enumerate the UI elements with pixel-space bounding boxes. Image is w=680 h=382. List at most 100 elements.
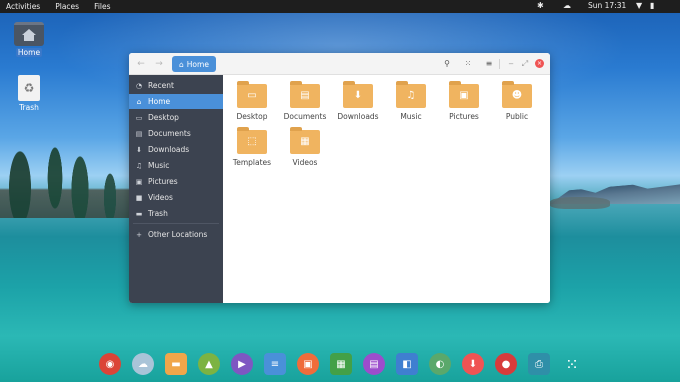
folder-icon: ☻ bbox=[502, 81, 532, 108]
path-crumb-label: Home bbox=[186, 59, 209, 69]
videos-icon: ■ bbox=[135, 193, 143, 202]
sidebar-item-label: Documents bbox=[148, 129, 191, 138]
forward-button[interactable]: → bbox=[153, 58, 165, 70]
folder-icon: ▤ bbox=[290, 81, 320, 108]
folder-downloads[interactable]: ⬇ Downloads bbox=[332, 81, 384, 121]
background-island bbox=[0, 118, 130, 218]
folder-label: Templates bbox=[232, 158, 272, 167]
battery-icon[interactable]: ▮ bbox=[650, 1, 654, 10]
header-separator bbox=[499, 59, 500, 69]
desktop-icon: ▭ bbox=[135, 113, 143, 122]
folder-public[interactable]: ☻ Public bbox=[491, 81, 543, 121]
weather-icon[interactable]: ☁ bbox=[563, 1, 571, 10]
wifi-icon[interactable]: ▼ bbox=[636, 1, 642, 10]
sidebar-separator bbox=[133, 223, 219, 224]
minimize-button[interactable]: ‒ bbox=[505, 58, 517, 70]
sidebar-item-music[interactable]: ♫ Music bbox=[129, 158, 223, 173]
app-grid-icon[interactable]: ⁙ bbox=[561, 353, 583, 375]
sidebar-item-home[interactable]: ⌂ Home bbox=[129, 94, 223, 109]
sidebar-item-trash[interactable]: ▬ Trash bbox=[129, 206, 223, 221]
desktop-home-icon[interactable]: Home bbox=[13, 22, 45, 57]
back-button[interactable]: ← bbox=[135, 58, 147, 70]
folder-documents[interactable]: ▤ Documents bbox=[279, 81, 331, 121]
sidebar-item-downloads[interactable]: ⬇ Downloads bbox=[129, 142, 223, 157]
weather-icon[interactable]: ☁ bbox=[132, 353, 154, 375]
background-rock bbox=[550, 197, 610, 209]
pictures-icon: ▣ bbox=[135, 177, 143, 186]
trash-bin-icon: ♻ bbox=[18, 75, 40, 101]
sidebar-item-label: Downloads bbox=[148, 145, 190, 154]
desktop-trash-label: Trash bbox=[19, 103, 39, 112]
file-view: ▭ Desktop ▤ Documents ⬇ Downloads ♫ Musi… bbox=[223, 75, 550, 303]
window-manager-icon[interactable]: ◧ bbox=[396, 353, 418, 375]
folder-icon: ⬇ bbox=[343, 81, 373, 108]
folder-videos[interactable]: ▦ Videos bbox=[279, 127, 331, 167]
sidebar-item-other-locations[interactable]: + Other Locations bbox=[129, 227, 223, 242]
house-icon bbox=[22, 29, 36, 41]
text-editor-icon[interactable]: ▤ bbox=[363, 353, 385, 375]
activities-button[interactable]: Activities bbox=[6, 2, 40, 11]
menu-button[interactable]: ≡ bbox=[483, 58, 495, 70]
folder-templates[interactable]: ⬚ Templates bbox=[226, 127, 278, 167]
chrome-icon[interactable]: ◉ bbox=[99, 353, 121, 375]
folder-label: Downloads bbox=[337, 112, 379, 121]
folder-icon: ▭ bbox=[237, 81, 267, 108]
image-viewer-icon[interactable]: ▲ bbox=[198, 353, 220, 375]
folder-label: Documents bbox=[283, 112, 327, 121]
accessibility-icon[interactable]: ✱ bbox=[537, 1, 544, 10]
folder-icon: ♫ bbox=[396, 81, 426, 108]
path-crumb-home[interactable]: ⌂ Home bbox=[172, 56, 216, 72]
folder-icon: ▣ bbox=[449, 81, 479, 108]
film-icon: ▦ bbox=[300, 136, 310, 147]
files-icon[interactable]: ▬ bbox=[165, 353, 187, 375]
screen-recorder-icon[interactable]: ● bbox=[495, 353, 517, 375]
documents-icon: ▤ bbox=[135, 129, 143, 138]
printer-icon[interactable]: ⎙ bbox=[528, 353, 550, 375]
folder-desktop[interactable]: ▭ Desktop bbox=[226, 81, 278, 121]
settings-toggle-icon[interactable]: ◐ bbox=[429, 353, 451, 375]
trash-icon: ▬ bbox=[135, 209, 143, 218]
folder-pictures[interactable]: ▣ Pictures bbox=[438, 81, 490, 121]
home-folder-icon bbox=[14, 22, 44, 46]
file-manager-window: ← → ⌂ Home ⚲ ⁙ ≡ ‒ ⤢ × ◔ Recent ⌂ Home ▭… bbox=[129, 53, 550, 303]
files-menu[interactable]: Files bbox=[94, 2, 110, 11]
sidebar-item-videos[interactable]: ■ Videos bbox=[129, 190, 223, 205]
plus-icon: + bbox=[136, 230, 142, 239]
video-player-icon[interactable]: ▶ bbox=[231, 353, 253, 375]
home-icon: ⌂ bbox=[136, 97, 142, 106]
search-button[interactable]: ⚲ bbox=[441, 58, 453, 70]
folder-label: Music bbox=[400, 112, 422, 121]
sidebar-item-label: Music bbox=[148, 161, 170, 170]
folder-label: Pictures bbox=[449, 112, 479, 121]
top-bar: Activities Places Files ✱ ☁ Sun 17:31 ▼ … bbox=[0, 0, 680, 13]
sidebar-item-pictures[interactable]: ▣ Pictures bbox=[129, 174, 223, 189]
spreadsheet-icon[interactable]: ▦ bbox=[330, 353, 352, 375]
download-icon: ⬇ bbox=[136, 145, 142, 154]
music-icon: ♫ bbox=[406, 90, 416, 101]
document-viewer-icon[interactable]: ≡ bbox=[264, 353, 286, 375]
header-bar: ← → ⌂ Home ⚲ ⁙ ≡ ‒ ⤢ × bbox=[129, 53, 550, 75]
folder-music[interactable]: ♫ Music bbox=[385, 81, 437, 121]
close-button[interactable]: × bbox=[535, 59, 544, 68]
presentation-icon[interactable]: ▣ bbox=[297, 353, 319, 375]
software-installer-icon[interactable]: ⬇ bbox=[462, 353, 484, 375]
sidebar: ◔ Recent ⌂ Home ▭ Desktop ▤ Documents ⬇ … bbox=[129, 75, 223, 303]
folder-label: Desktop bbox=[236, 112, 268, 121]
people-icon: ☻ bbox=[511, 90, 523, 101]
sidebar-item-label: Trash bbox=[148, 209, 168, 218]
home-icon: ⌂ bbox=[179, 59, 184, 69]
places-menu[interactable]: Places bbox=[55, 2, 79, 11]
maximize-button[interactable]: ⤢ bbox=[519, 58, 531, 70]
sidebar-item-label: Videos bbox=[148, 193, 173, 202]
download-icon: ⬇ bbox=[353, 90, 363, 101]
desktop-icon: ▭ bbox=[247, 90, 257, 101]
desktop-trash-icon[interactable]: ♻ Trash bbox=[13, 75, 45, 112]
folder-label: Videos bbox=[292, 158, 318, 167]
view-toggle-button[interactable]: ⁙ bbox=[462, 58, 474, 70]
sidebar-item-documents[interactable]: ▤ Documents bbox=[129, 126, 223, 141]
clock[interactable]: Sun 17:31 bbox=[588, 1, 626, 10]
sidebar-item-label: Home bbox=[148, 97, 171, 106]
sidebar-item-recent[interactable]: ◔ Recent bbox=[129, 78, 223, 93]
folder-icon: ▦ bbox=[290, 127, 320, 154]
sidebar-item-desktop[interactable]: ▭ Desktop bbox=[129, 110, 223, 125]
